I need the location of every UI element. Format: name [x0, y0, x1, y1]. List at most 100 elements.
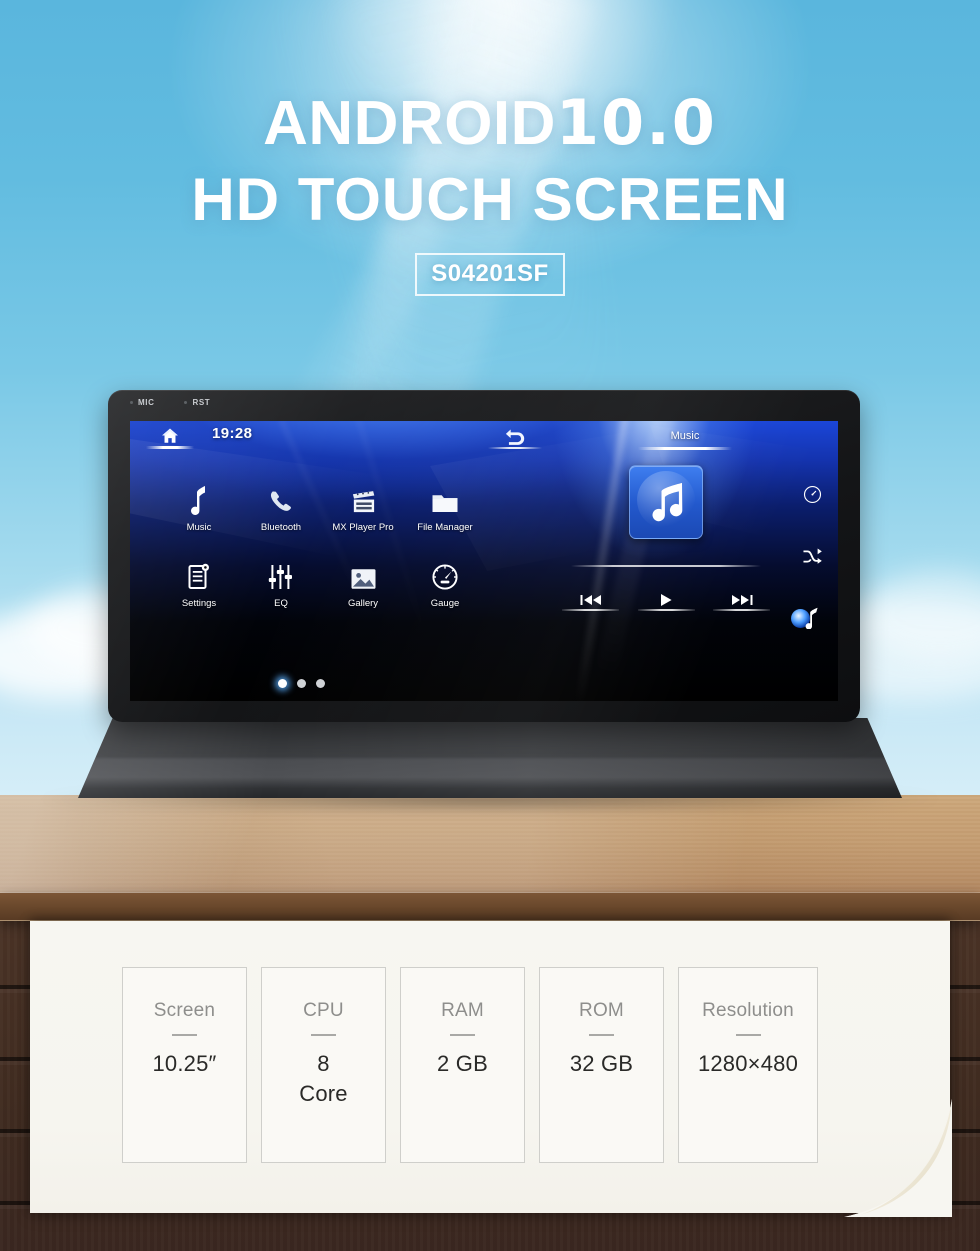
- tab-music[interactable]: Music: [638, 423, 732, 450]
- music-note-album-icon: [652, 483, 683, 522]
- specs-panel: Screen 10.25″ CPU 8 Core RAM 2 GB ROM 32…: [30, 921, 952, 1217]
- sidebar-shuffle-button[interactable]: [799, 543, 825, 569]
- app-label: Music: [186, 522, 212, 533]
- page-dot-active[interactable]: [278, 679, 287, 688]
- app-label: File Manager: [417, 522, 473, 533]
- app-bluetooth[interactable]: Bluetooth: [240, 483, 322, 533]
- settings-list-icon: [187, 559, 211, 591]
- spec-card-resolution: Resolution 1280×480: [678, 967, 818, 1163]
- page-indicator: [278, 679, 325, 688]
- playback-progress-bar[interactable]: [571, 565, 761, 567]
- next-track-button[interactable]: [713, 589, 770, 611]
- next-underline: [713, 609, 770, 611]
- status-bar: 19:28 Music: [130, 421, 838, 455]
- mic-hole-icon: [130, 401, 133, 404]
- spec-divider: [311, 1034, 336, 1036]
- home-icon: [162, 428, 178, 443]
- image-picture-icon: [350, 559, 377, 591]
- spec-label: RAM: [441, 1000, 484, 1021]
- tab-music-underline: [638, 447, 732, 450]
- equalizer-sliders-icon: [268, 559, 294, 591]
- next-track-icon: [731, 595, 752, 605]
- hero-subtitle: HD TOUCH SCREEN: [191, 166, 789, 233]
- home-button-underline: [146, 446, 194, 449]
- model-badge: S04201SF: [415, 253, 565, 296]
- music-player-panel: [562, 465, 770, 611]
- page-curl: [844, 1099, 952, 1217]
- app-label: MX Player Pro: [332, 522, 394, 533]
- shuffle-icon: [802, 548, 822, 564]
- spec-value: 2 GB: [437, 1051, 488, 1076]
- page-dot[interactable]: [316, 679, 325, 688]
- album-art[interactable]: [629, 465, 703, 539]
- back-button[interactable]: [488, 423, 542, 449]
- sidebar-compass-clock-button[interactable]: [799, 481, 825, 507]
- spec-card-screen: Screen 10.25″: [122, 967, 247, 1163]
- bezel-labels: MIC RST: [130, 398, 210, 407]
- specs-row: Screen 10.25″ CPU 8 Core RAM 2 GB ROM 32…: [122, 967, 818, 1163]
- spec-divider: [172, 1034, 197, 1036]
- app-file-manager[interactable]: File Manager: [404, 483, 486, 533]
- spec-card-cpu: CPU 8 Core: [261, 967, 386, 1163]
- play-underline: [637, 609, 695, 611]
- rst-label: RST: [192, 398, 211, 407]
- mic-label-group: MIC: [130, 398, 154, 407]
- table-edge: [0, 893, 980, 921]
- spec-value: 32 GB: [569, 1051, 634, 1076]
- app-label: Gallery: [347, 598, 379, 609]
- spec-divider: [450, 1034, 475, 1036]
- back-arrow-icon: [505, 429, 525, 445]
- rst-label-group[interactable]: RST: [184, 398, 210, 407]
- hero-title: ANDROID10.0: [0, 0, 980, 155]
- hero-title-version: 10.0: [555, 86, 717, 159]
- spec-label: ROM: [579, 1000, 624, 1021]
- app-gallery[interactable]: Gallery: [322, 559, 404, 609]
- phone-handset-icon: [268, 483, 294, 515]
- app-music[interactable]: Music: [158, 483, 240, 533]
- music-note-icon: [189, 483, 209, 515]
- touch-screen[interactable]: 19:28 Music Music Bluetooth MX Player Pr…: [130, 421, 838, 701]
- device-stand: [78, 718, 902, 798]
- page-dot[interactable]: [297, 679, 306, 688]
- app-grid: Music Bluetooth MX Player Pro File Manag…: [158, 483, 488, 609]
- device-stand-body: [78, 718, 902, 798]
- app-mx-player-pro[interactable]: MX Player Pro: [322, 483, 404, 533]
- app-gauge[interactable]: Gauge: [404, 559, 486, 609]
- previous-track-icon: [580, 595, 601, 605]
- film-clapper-icon: [350, 483, 377, 515]
- play-button[interactable]: [637, 589, 695, 611]
- screen-sidebar: [790, 481, 834, 631]
- speedometer-icon: [431, 559, 459, 591]
- spec-label: Screen: [153, 1000, 216, 1021]
- previous-track-button[interactable]: [562, 589, 619, 611]
- spec-value: 8 Core: [299, 1051, 348, 1106]
- spec-divider: [735, 1034, 761, 1036]
- home-button[interactable]: [146, 423, 194, 449]
- app-eq[interactable]: EQ: [240, 559, 322, 609]
- spec-label: CPU: [303, 1000, 344, 1021]
- spec-card-ram: RAM 2 GB: [400, 967, 525, 1163]
- app-label: EQ: [274, 598, 288, 609]
- app-label: Gauge: [430, 598, 460, 609]
- folder-icon: [431, 483, 459, 515]
- previous-underline: [562, 609, 619, 611]
- hero-title-main: ANDROID: [263, 89, 556, 158]
- tab-music-label: Music: [670, 430, 700, 442]
- app-label: Bluetooth: [260, 522, 302, 533]
- playback-controls: [562, 589, 770, 611]
- back-button-underline: [488, 447, 542, 449]
- play-icon: [661, 594, 672, 606]
- spec-value: 10.25″: [152, 1051, 217, 1076]
- mic-label: MIC: [138, 398, 155, 407]
- spec-divider: [589, 1034, 614, 1036]
- app-label: Settings: [181, 598, 217, 609]
- clock-display: 19:28: [212, 425, 253, 442]
- hero-banner: ANDROID10.0 HD TOUCH SCREEN S04201SF: [0, 0, 980, 296]
- music-note-icon: [805, 607, 818, 629]
- app-settings[interactable]: Settings: [158, 559, 240, 609]
- spec-value: 1280×480: [697, 1051, 799, 1076]
- spec-label: Resolution: [702, 1000, 794, 1021]
- spec-card-rom: ROM 32 GB: [539, 967, 664, 1163]
- reset-pinhole-icon[interactable]: [184, 401, 188, 404]
- sidebar-music-button[interactable]: [791, 605, 825, 631]
